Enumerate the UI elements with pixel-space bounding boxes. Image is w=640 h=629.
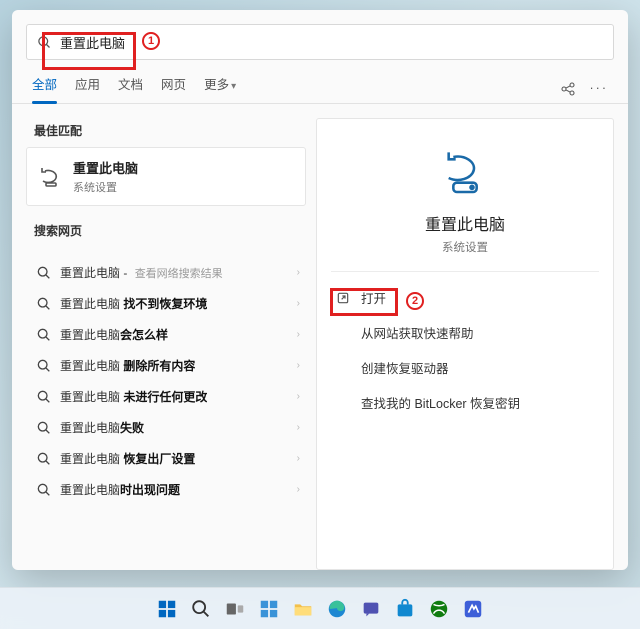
chevron-right-icon: › bbox=[297, 329, 300, 340]
chevron-right-icon: › bbox=[297, 391, 300, 402]
taskbar-teams-icon[interactable] bbox=[357, 595, 385, 623]
detail-actions: 打开从网站获取快速帮助创建恢复驱动器查找我的 BitLocker 恢复密钥 bbox=[331, 282, 599, 418]
web-results-list: 重置此电脑 - 查看网络搜索结果›重置此电脑 找不到恢复环境›重置此电脑会怎么样… bbox=[26, 257, 306, 505]
tab-documents[interactable]: 文档 bbox=[118, 74, 143, 103]
taskbar-search-icon[interactable] bbox=[187, 595, 215, 623]
divider bbox=[331, 271, 599, 272]
web-result-row[interactable]: 重置此电脑时出现问题 › bbox=[26, 474, 306, 505]
tab-all[interactable]: 全部 bbox=[32, 74, 57, 103]
tab-apps[interactable]: 应用 bbox=[75, 74, 100, 103]
web-result-row[interactable]: 重置此电脑会怎么样 › bbox=[26, 319, 306, 350]
web-result-row[interactable]: 重置此电脑 未进行任何更改 › bbox=[26, 381, 306, 412]
best-match-header: 最佳匹配 bbox=[26, 118, 306, 147]
chevron-right-icon: › bbox=[297, 360, 300, 371]
web-result-text: 重置此电脑 未进行任何更改 bbox=[60, 388, 207, 405]
chevron-right-icon: › bbox=[297, 422, 300, 433]
web-result-text: 重置此电脑 删除所有内容 bbox=[60, 357, 195, 374]
best-match-title: 重置此电脑 bbox=[73, 158, 138, 177]
taskbar-store-icon[interactable] bbox=[391, 595, 419, 623]
web-result-row[interactable]: 重置此电脑 删除所有内容 › bbox=[26, 350, 306, 381]
web-result-row[interactable]: 重置此电脑失败 › bbox=[26, 412, 306, 443]
detail-action[interactable]: 从网站获取快速帮助 bbox=[331, 317, 599, 348]
web-result-text: 重置此电脑失败 bbox=[60, 419, 144, 436]
results-column: 最佳匹配 重置此电脑 系统设置 搜索网页 重置此电脑 - 查看网络搜索结果›重置… bbox=[26, 118, 306, 570]
action-label: 查找我的 BitLocker 恢复密钥 bbox=[361, 393, 520, 412]
taskbar-edge-icon[interactable] bbox=[323, 595, 351, 623]
web-result-row[interactable]: 重置此电脑 恢复出厂设置 › bbox=[26, 443, 306, 474]
web-result-text: 重置此电脑 恢复出厂设置 bbox=[60, 450, 195, 467]
search-window: 1 全部 应用 文档 网页 更多▾ ··· 最佳匹配 重置此电脑 系统设置 搜索… bbox=[12, 10, 628, 570]
taskbar bbox=[0, 587, 640, 629]
tabs-bar: 全部 应用 文档 网页 更多▾ ··· bbox=[12, 60, 628, 104]
share-icon[interactable] bbox=[560, 81, 576, 97]
chevron-down-icon: ▾ bbox=[231, 81, 236, 92]
web-result-row[interactable]: 重置此电脑 找不到恢复环境 › bbox=[26, 288, 306, 319]
best-match-item[interactable]: 重置此电脑 系统设置 bbox=[26, 147, 306, 206]
taskbar-app-icon[interactable] bbox=[459, 595, 487, 623]
web-result-text: 重置此电脑会怎么样 bbox=[60, 326, 168, 343]
tab-web[interactable]: 网页 bbox=[161, 74, 186, 103]
taskbar-taskview-icon[interactable] bbox=[221, 595, 249, 623]
detail-title: 重置此电脑 bbox=[425, 211, 505, 235]
taskbar-xbox-icon[interactable] bbox=[425, 595, 453, 623]
detail-pane: 重置此电脑 系统设置 打开从网站获取快速帮助创建恢复驱动器查找我的 BitLoc… bbox=[316, 118, 614, 570]
taskbar-start-icon[interactable] bbox=[153, 595, 181, 623]
taskbar-widgets-icon[interactable] bbox=[255, 595, 283, 623]
web-result-text: 重置此电脑时出现问题 bbox=[60, 481, 180, 498]
search-bar[interactable] bbox=[26, 24, 614, 60]
detail-reset-icon bbox=[437, 143, 493, 199]
search-icon bbox=[37, 35, 52, 50]
chevron-right-icon: › bbox=[297, 484, 300, 495]
detail-subtitle: 系统设置 bbox=[442, 239, 488, 255]
chevron-right-icon: › bbox=[297, 298, 300, 309]
reset-pc-icon bbox=[39, 165, 63, 189]
best-match-subtitle: 系统设置 bbox=[73, 179, 138, 195]
web-results-header: 搜索网页 bbox=[26, 218, 306, 247]
web-result-row[interactable]: 重置此电脑 - 查看网络搜索结果 › bbox=[26, 257, 306, 288]
chevron-right-icon: › bbox=[297, 453, 300, 464]
detail-action[interactable]: 创建恢复驱动器 bbox=[331, 352, 599, 383]
more-icon[interactable]: ··· bbox=[590, 81, 609, 97]
action-label: 打开 bbox=[361, 288, 386, 307]
detail-action[interactable]: 查找我的 BitLocker 恢复密钥 bbox=[331, 387, 599, 418]
web-result-text: 重置此电脑 找不到恢复环境 bbox=[60, 295, 207, 312]
action-label: 从网站获取快速帮助 bbox=[361, 323, 474, 342]
search-input[interactable] bbox=[60, 35, 603, 50]
action-label: 创建恢复驱动器 bbox=[361, 358, 449, 377]
taskbar-explorer-icon[interactable] bbox=[289, 595, 317, 623]
open-action[interactable]: 打开 bbox=[331, 282, 599, 313]
web-result-text: 重置此电脑 - 查看网络搜索结果 bbox=[60, 264, 223, 281]
tab-more[interactable]: 更多▾ bbox=[204, 74, 236, 103]
chevron-right-icon: › bbox=[297, 267, 300, 278]
